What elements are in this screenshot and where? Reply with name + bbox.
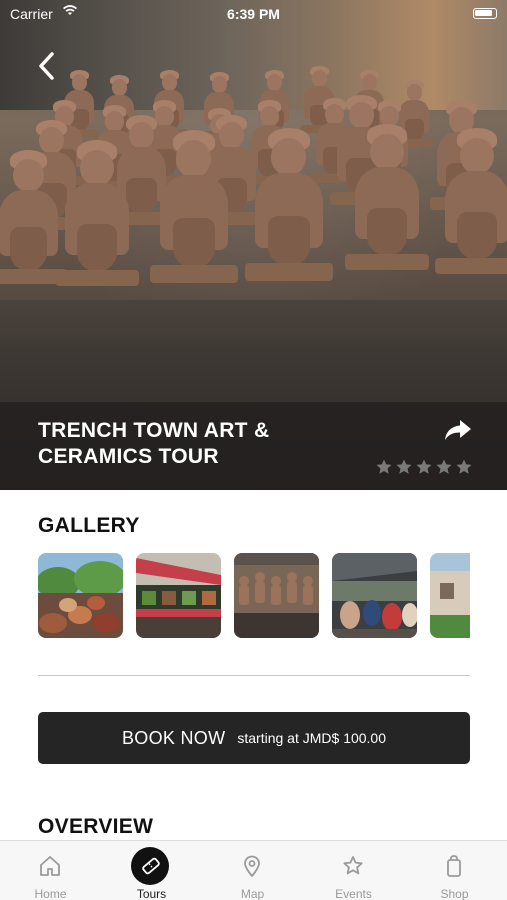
tab-label: Map bbox=[240, 887, 265, 900]
shopping-bag-icon bbox=[447, 855, 461, 877]
clay-figure-drum bbox=[9, 227, 48, 271]
clay-figure-head bbox=[111, 79, 127, 96]
clay-figure-drum bbox=[404, 118, 424, 141]
clay-figure-base bbox=[150, 265, 238, 283]
star-icon[interactable] bbox=[375, 458, 393, 476]
star-icon[interactable] bbox=[395, 458, 413, 476]
tab-label: Shop bbox=[440, 887, 469, 900]
clay-figure-head bbox=[161, 74, 177, 91]
tab-map[interactable]: Map bbox=[202, 841, 303, 900]
status-time: 6:39 PM bbox=[227, 6, 280, 22]
clay-figure-head bbox=[271, 138, 307, 176]
gallery-image-2[interactable] bbox=[136, 553, 221, 638]
star-icon bbox=[343, 856, 363, 875]
clay-figure-drum bbox=[456, 212, 498, 260]
tab-label: Tours bbox=[136, 887, 167, 900]
clay-figure-head bbox=[460, 137, 494, 174]
star-icon[interactable] bbox=[415, 458, 433, 476]
overview-heading: OVERVIEW bbox=[38, 815, 154, 838]
map-pin-icon bbox=[244, 855, 260, 877]
star-icon[interactable] bbox=[455, 458, 473, 476]
clay-figure-drum bbox=[126, 178, 157, 214]
clay-figure-head bbox=[370, 133, 404, 170]
clay-figure-base bbox=[55, 269, 139, 287]
clay-figure-head bbox=[406, 84, 422, 101]
tab-events[interactable]: Events bbox=[303, 841, 404, 900]
clay-figure-head bbox=[80, 149, 114, 186]
clay-figure-head bbox=[176, 140, 212, 178]
clay-figure-head bbox=[324, 103, 345, 125]
home-icon bbox=[40, 856, 60, 876]
gallery-image-3[interactable] bbox=[234, 553, 319, 638]
book-now-button[interactable]: BOOK NOW starting at JMD$ 100.00 bbox=[38, 712, 470, 764]
bottom-tab-bar: Home Tours Map Events Shop bbox=[0, 840, 507, 900]
hero-image: Carrier 6:39 PM TRENCH TOWN ART & CERAMI… bbox=[0, 0, 507, 490]
battery-icon bbox=[473, 8, 497, 19]
tab-label: Home bbox=[34, 887, 67, 900]
clay-figure-head bbox=[266, 74, 282, 91]
book-price-label: starting at JMD$ 100.00 bbox=[237, 730, 387, 746]
share-arrow-icon bbox=[445, 420, 471, 440]
tab-shop[interactable]: Shop bbox=[404, 841, 505, 900]
tab-tours[interactable]: Tours bbox=[101, 841, 202, 900]
star-icon[interactable] bbox=[435, 458, 453, 476]
rating-stars[interactable] bbox=[375, 458, 473, 476]
clay-figure-head bbox=[154, 105, 175, 127]
clay-figure-drum bbox=[267, 215, 310, 266]
back-button[interactable] bbox=[34, 48, 60, 84]
status-bar: Carrier 6:39 PM bbox=[0, 0, 507, 28]
clay-figure-drum bbox=[172, 217, 215, 268]
clay-figure-head bbox=[259, 105, 280, 127]
gallery-image-5[interactable] bbox=[430, 553, 470, 638]
clay-figure-base bbox=[245, 263, 333, 281]
clay-figure-head bbox=[361, 74, 377, 91]
chevron-left-icon bbox=[39, 52, 54, 80]
tab-label: Events bbox=[335, 887, 372, 900]
gallery-strip[interactable] bbox=[38, 553, 470, 638]
tab-home[interactable]: Home bbox=[0, 841, 101, 900]
clay-figure-head bbox=[311, 70, 327, 87]
book-now-label: BOOK NOW bbox=[121, 727, 226, 748]
clay-figure-base bbox=[435, 257, 507, 275]
ticket-icon bbox=[142, 857, 160, 875]
clay-figure-base bbox=[345, 253, 429, 271]
clay-figure-drum bbox=[366, 208, 408, 256]
clay-figure-head bbox=[71, 74, 87, 91]
share-button[interactable] bbox=[443, 416, 473, 444]
clay-figure-drum bbox=[76, 224, 118, 272]
clay-figure-head bbox=[13, 158, 44, 192]
clay-figure-head bbox=[211, 76, 227, 93]
section-divider bbox=[38, 675, 470, 676]
gallery-heading: GALLERY bbox=[38, 514, 140, 537]
clay-figure-head bbox=[104, 110, 125, 132]
clay-figure-head bbox=[218, 122, 245, 150]
gallery-image-4[interactable] bbox=[332, 553, 417, 638]
tour-title: TRENCH TOWN ART & CERAMICS TOUR bbox=[38, 419, 270, 468]
gallery-image-1[interactable] bbox=[38, 553, 123, 638]
